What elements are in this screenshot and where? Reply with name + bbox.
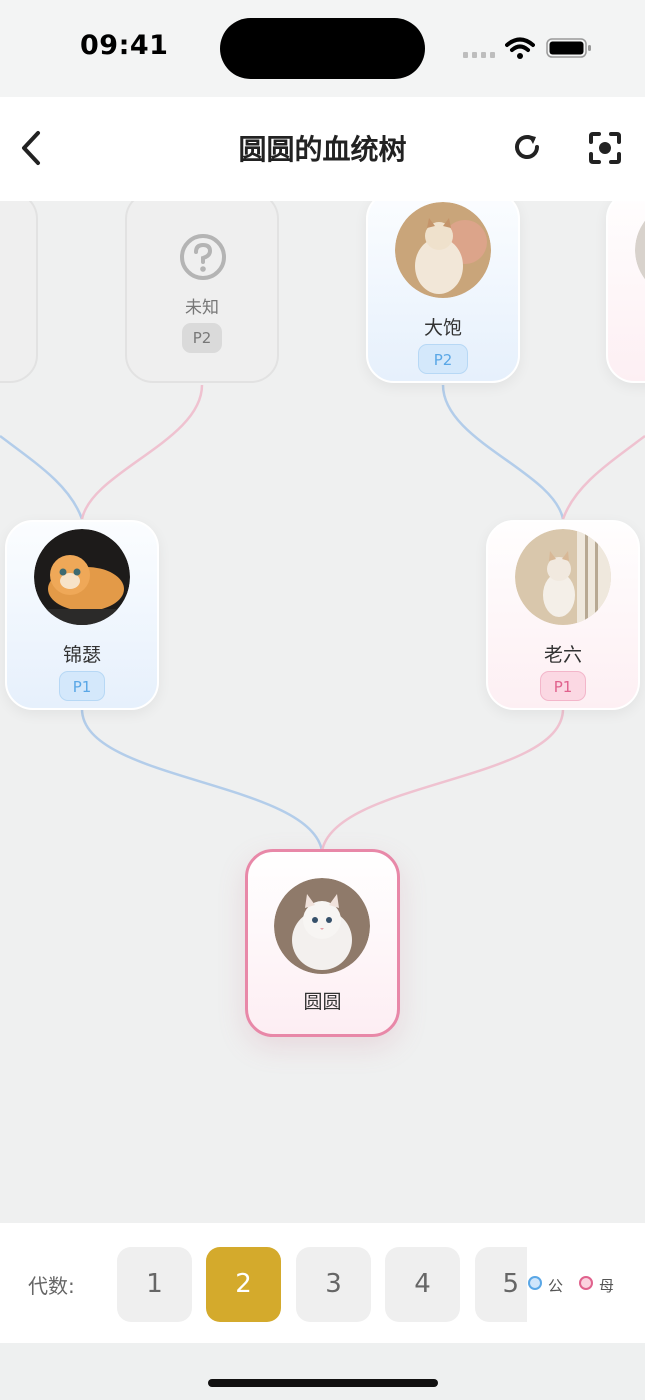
legend-female: 母 (579, 1275, 619, 1295)
generation-badge: P1 (59, 671, 105, 701)
connector-male-line (441, 384, 565, 520)
connector-female-line (561, 434, 645, 520)
generation-button-5[interactable]: 5 (475, 1247, 527, 1322)
parent-card-mother[interactable]: 老六 P1 (486, 520, 640, 710)
wifi-icon (505, 37, 535, 59)
generation-button-4[interactable]: 4 (385, 1247, 460, 1322)
legend-label: 公 (548, 1277, 564, 1295)
dynamic-island (220, 18, 425, 79)
home-indicator (208, 1379, 438, 1387)
connector-female-line (80, 384, 204, 520)
generation-badge: P1 (540, 671, 586, 701)
question-mark-icon (180, 234, 226, 280)
male-dot-icon (528, 1276, 542, 1290)
connector-male-line (80, 708, 324, 852)
generation-badge: P2 (182, 323, 222, 353)
cat-avatar (395, 202, 491, 298)
cat-avatar (515, 529, 611, 625)
cat-avatar (34, 529, 130, 625)
ancestor-card-offscreen-left[interactable] (0, 201, 38, 383)
connector-female-line (320, 708, 565, 852)
signal-icon (463, 52, 495, 58)
ancestor-name: 未知 (185, 298, 219, 318)
self-name: 圆圆 (303, 991, 342, 1013)
parent-name: 老六 (543, 644, 582, 666)
legend-male: 公 (528, 1275, 568, 1295)
parent-name: 锦瑟 (62, 644, 101, 666)
ancestor-card-unknown[interactable]: 未知 P2 (125, 201, 279, 383)
tree-connector-lines (0, 384, 645, 852)
legend-label: 母 (599, 1277, 615, 1295)
ancestor-card-offscreen-right[interactable] (606, 201, 645, 383)
connector-male-line (0, 434, 84, 520)
status-time: 09:41 (80, 30, 169, 61)
ancestor-card-grandfather[interactable]: 大饱 P2 (366, 201, 520, 383)
ancestor-name: 大饱 (423, 317, 462, 339)
generation-label: 代数: (28, 1274, 75, 1298)
generation-button-3[interactable]: 3 (296, 1247, 371, 1322)
refresh-icon[interactable] (510, 131, 544, 165)
cat-avatar (274, 878, 370, 974)
battery-icon (546, 38, 591, 58)
screenshot-scan-icon[interactable] (588, 131, 622, 165)
generation-button-1[interactable]: 1 (117, 1247, 192, 1322)
cat-avatar (635, 220, 645, 280)
generation-badge: P2 (418, 344, 468, 374)
generation-button-2[interactable]: 2 (206, 1247, 281, 1322)
page-title: 圆圆的血统树 (238, 133, 407, 166)
parent-card-father[interactable]: 锦瑟 P1 (5, 520, 159, 710)
self-card[interactable]: 圆圆 (245, 849, 400, 1037)
female-dot-icon (579, 1276, 593, 1290)
pedigree-tree[interactable]: 未知 P2 大饱 P2 锦瑟 P1 老六 P1 圆圆 (0, 201, 645, 1223)
